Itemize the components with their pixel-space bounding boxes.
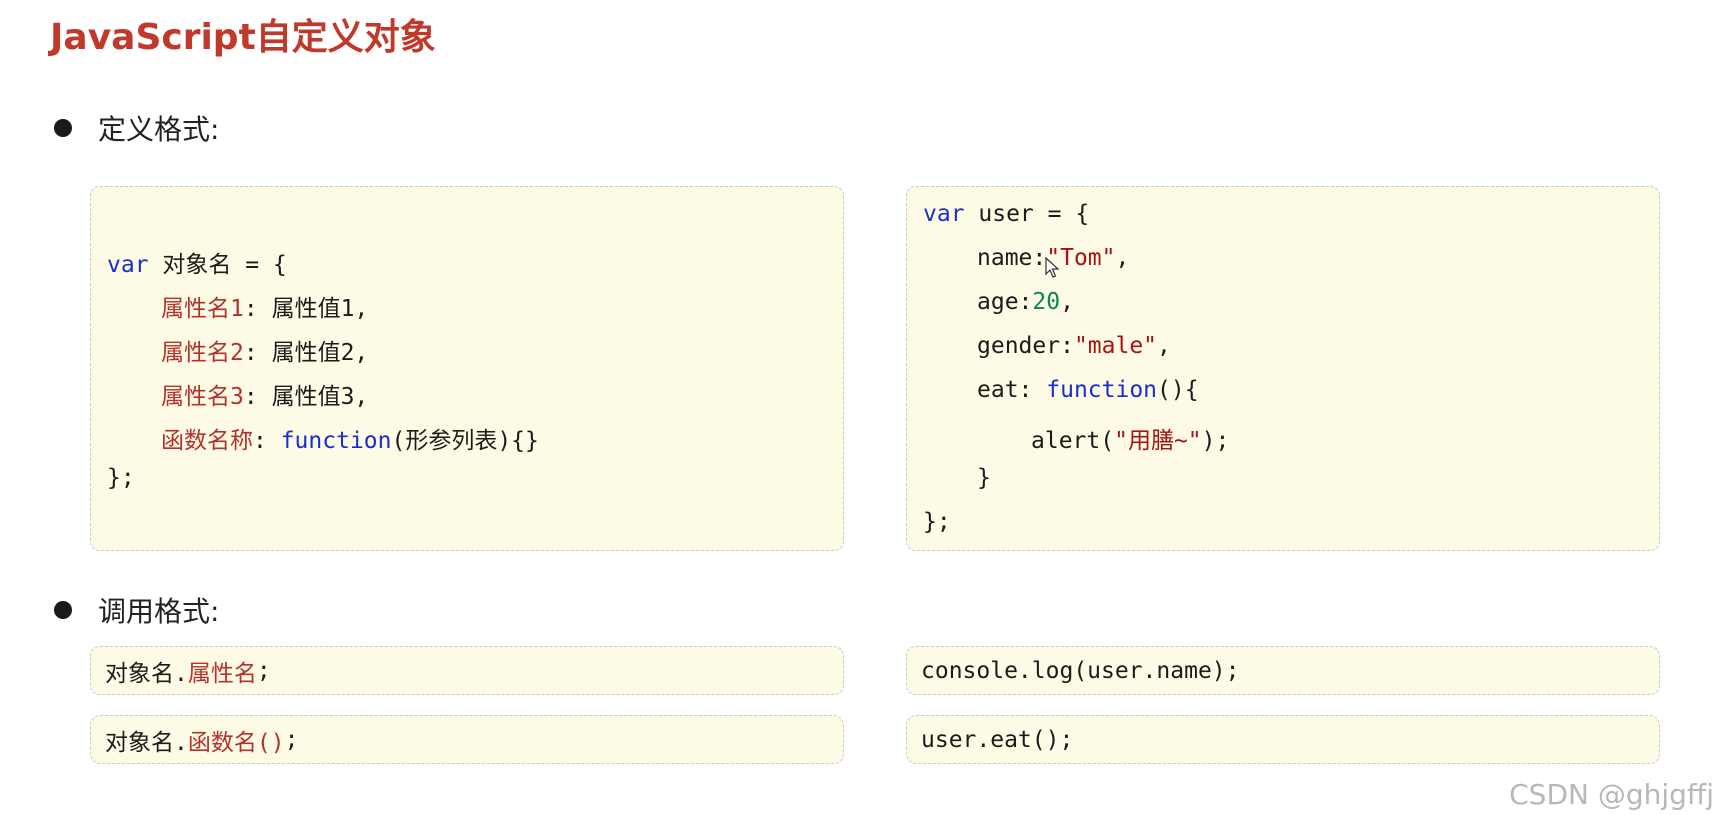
mouse-cursor-icon [1045, 256, 1060, 278]
code-line: 属性名1: 属性值1, [161, 289, 368, 323]
code-text: }; [107, 465, 135, 491]
code-text: (形参列表){} [391, 428, 539, 454]
code-text: 对象名 = { [148, 252, 287, 278]
string-literal: "male" [1073, 333, 1158, 359]
code-text: } [977, 465, 991, 491]
string-literal: "用膳~" [1114, 428, 1202, 454]
code-line: 属性名3: 属性值3, [161, 377, 368, 411]
bullet-icon [54, 119, 72, 137]
property-name: 属性名3 [161, 384, 244, 410]
property-name: 属性名2 [161, 340, 244, 366]
code-line: var 对象名 = { [107, 245, 287, 279]
code-line: gender:"male", [977, 333, 1171, 359]
property-value: 属性值1, [271, 296, 369, 322]
section-define-format: 定义格式: [54, 108, 219, 148]
keyword-function: function [280, 428, 392, 454]
property-key: name: [977, 245, 1047, 271]
function-name: 函数名称 [161, 428, 253, 454]
property-value: 属性值2, [271, 340, 369, 366]
define-example-code-block: var user = { name:"Tom", age:20, gender:… [906, 186, 1660, 551]
code-text: , [1060, 289, 1074, 315]
object-name: 对象名. [105, 729, 188, 756]
keyword-var: var [107, 252, 149, 278]
code-text: : [253, 428, 281, 454]
code-text: alert( [1031, 428, 1115, 454]
function-name: 函数名() [187, 729, 285, 756]
code-text: , [1115, 245, 1130, 271]
code-text: : [243, 340, 272, 366]
code-text: user.eat(); [921, 726, 1074, 753]
property-name: 属性名 [187, 660, 257, 687]
code-text: : [243, 384, 272, 410]
code-line: 属性名2: 属性值2, [161, 333, 368, 367]
code-text: : [243, 296, 272, 322]
keyword-function: function [1046, 377, 1158, 403]
call-example-property-block: console.log(user.name); [906, 646, 1660, 695]
code-text: user = { [964, 201, 1090, 227]
code-text: console.log(user.name); [921, 657, 1240, 684]
property-key: age: [977, 289, 1033, 315]
code-text: , [1157, 333, 1171, 359]
property-value: 属性值3, [271, 384, 369, 410]
code-text: ; [284, 726, 299, 753]
code-line: }; [107, 465, 135, 491]
code-text: ; [256, 657, 271, 684]
property-key: gender: [977, 333, 1074, 359]
code-text: (){ [1157, 377, 1199, 403]
code-line: eat: function(){ [977, 377, 1199, 403]
code-line: } [977, 465, 991, 491]
page-title: JavaScript自定义对象 [50, 17, 436, 58]
code-line: var user = { [923, 201, 1089, 227]
code-line: age:20, [977, 289, 1074, 315]
property-key: eat: [977, 377, 1047, 403]
section-define-label: 定义格式: [98, 113, 220, 146]
code-line: 函数名称: function(形参列表){} [161, 421, 539, 455]
define-syntax-code-block: var 对象名 = { 属性名1: 属性值1, 属性名2: 属性值2, 属性名3… [90, 186, 844, 551]
section-call-format: 调用格式: [54, 590, 219, 630]
bullet-icon [54, 601, 72, 619]
number-literal: 20 [1032, 289, 1061, 315]
code-text: }; [923, 509, 951, 535]
code-text: ); [1201, 428, 1230, 454]
object-name: 对象名. [105, 660, 188, 687]
keyword-var: var [923, 201, 965, 227]
code-line: alert("用膳~"); [1031, 421, 1229, 455]
section-call-label: 调用格式: [98, 595, 220, 628]
call-function-code-block: 对象名. 函数名(); [90, 715, 844, 764]
code-line: }; [923, 509, 951, 535]
watermark: CSDN @ghjgffj [1509, 778, 1714, 811]
call-example-function-block: user.eat(); [906, 715, 1660, 764]
call-property-code-block: 对象名. 属性名; [90, 646, 844, 695]
property-name: 属性名1 [161, 296, 244, 322]
